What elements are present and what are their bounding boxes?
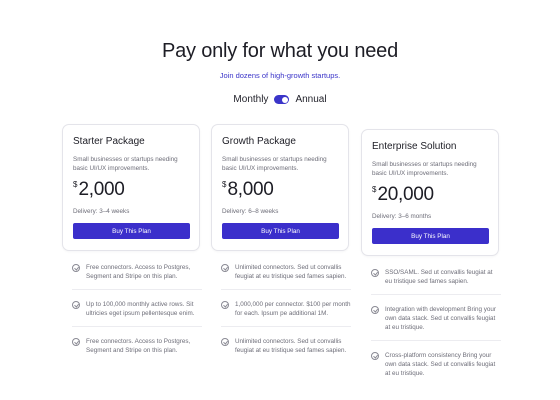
page-title: Pay only for what you need	[161, 40, 399, 62]
feature-item: Free connectors. Access to Postgres, Seg…	[72, 263, 202, 290]
feature-item: Cross-platform consistency Bring your ow…	[371, 351, 501, 386]
check-circle-icon	[72, 301, 80, 309]
plan-name: Enterprise Solution	[372, 141, 457, 152]
buy-plan-button[interactable]: Buy This Plan	[222, 223, 339, 239]
check-circle-icon	[371, 306, 379, 314]
plan-price: $ 8,000	[222, 179, 339, 201]
feature-text: Cross-platform consistency Bring your ow…	[385, 352, 496, 377]
billing-toggle: Monthly Annual	[0, 94, 560, 105]
currency-symbol: $	[222, 180, 227, 189]
plan-name: Growth Package	[222, 136, 296, 147]
feature-item: Unlimited connectors. Sed ut convallis f…	[221, 337, 351, 363]
feature-text: SSO/SAML. Sed ut convallis feugiat at eu…	[385, 269, 493, 285]
buy-plan-button[interactable]: Buy This Plan	[372, 228, 489, 244]
plan-card-starter: Starter Package Small businesses or star…	[62, 124, 200, 251]
feature-text: 1,000,000 per connector. $100 per month …	[235, 301, 351, 317]
plan-description: Small businesses or startups needing bas…	[222, 156, 327, 172]
feature-list-enterprise: SSO/SAML. Sed ut convallis feugiat at eu…	[371, 268, 501, 396]
check-circle-icon	[221, 301, 229, 309]
feature-list-growth: Unlimited connectors. Sed ut convallis f…	[221, 263, 351, 373]
feature-item: Unlimited connectors. Sed ut convallis f…	[221, 263, 351, 290]
feature-text: Free connectors. Access to Postgres, Seg…	[86, 264, 191, 280]
feature-item: SSO/SAML. Sed ut convallis feugiat at eu…	[371, 268, 501, 295]
plan-price: $ 20,000	[372, 184, 489, 206]
currency-symbol: $	[73, 180, 78, 189]
annual-label[interactable]: Annual	[295, 94, 326, 105]
page-subtitle: Join dozens of high-growth startups.	[219, 71, 341, 80]
billing-switch[interactable]	[274, 95, 290, 104]
plan-description: Small businesses or startups needing bas…	[372, 161, 477, 177]
price-amount: 20,000	[377, 184, 434, 205]
plan-card-growth: Growth Package Small businesses or start…	[211, 124, 349, 251]
currency-symbol: $	[372, 185, 377, 194]
check-circle-icon	[371, 352, 379, 360]
plan-description: Small businesses or startups needing bas…	[73, 156, 178, 172]
monthly-label[interactable]: Monthly	[233, 94, 268, 105]
feature-item: Free connectors. Access to Postgres, Seg…	[72, 337, 202, 363]
check-circle-icon	[72, 338, 80, 346]
feature-item: Up to 100,000 monthly active rows. Sit u…	[72, 300, 202, 327]
buy-plan-button[interactable]: Buy This Plan	[73, 223, 190, 239]
plan-delivery: Delivery: 6–8 weeks	[222, 208, 279, 215]
plan-delivery: Delivery: 3–6 months	[372, 213, 432, 220]
switch-knob	[281, 96, 288, 103]
plan-delivery: Delivery: 3–4 weeks	[73, 208, 130, 215]
feature-text: Up to 100,000 monthly active rows. Sit u…	[86, 301, 195, 317]
feature-text: Unlimited connectors. Sed ut convallis f…	[235, 338, 347, 354]
plan-price: $ 2,000	[73, 179, 190, 201]
check-circle-icon	[221, 264, 229, 272]
plan-card-enterprise: Enterprise Solution Small businesses or …	[361, 129, 499, 256]
feature-item: 1,000,000 per connector. $100 per month …	[221, 300, 351, 327]
price-amount: 2,000	[78, 179, 125, 200]
feature-text: Unlimited connectors. Sed ut convallis f…	[235, 264, 347, 280]
plan-name: Starter Package	[73, 136, 145, 147]
price-amount: 8,000	[227, 179, 274, 200]
feature-item: Integration with development Bring your …	[371, 305, 501, 341]
check-circle-icon	[221, 338, 229, 346]
check-circle-icon	[371, 269, 379, 277]
feature-list-starter: Free connectors. Access to Postgres, Seg…	[72, 263, 202, 373]
feature-text: Integration with development Bring your …	[385, 306, 496, 331]
feature-text: Free connectors. Access to Postgres, Seg…	[86, 338, 191, 354]
check-circle-icon	[72, 264, 80, 272]
